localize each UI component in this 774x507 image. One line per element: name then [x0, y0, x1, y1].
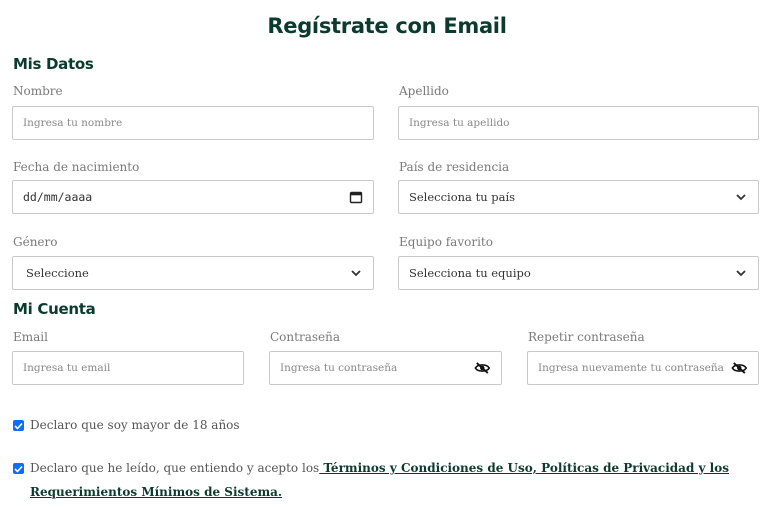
- equipo-value: Selecciona tu equipo: [409, 266, 531, 280]
- genero-value: Seleccione: [26, 266, 89, 280]
- genero-label: Género: [13, 235, 58, 249]
- page-title: Regístrate con Email: [267, 14, 507, 38]
- eye-slash-icon[interactable]: [474, 361, 491, 375]
- repeat-password-label: Repetir contraseña: [528, 330, 645, 344]
- apellido-input[interactable]: [409, 117, 748, 129]
- eye-slash-icon[interactable]: [731, 361, 748, 375]
- fecha-value: dd/mm/aaaa: [23, 190, 93, 204]
- chevron-down-icon: [349, 266, 363, 280]
- email-label: Email: [13, 330, 48, 344]
- pais-label: País de residencia: [399, 160, 510, 174]
- age-check-label: Declaro que soy mayor de 18 años: [30, 418, 240, 432]
- nombre-input[interactable]: [23, 117, 363, 129]
- section-title-personal: Mis Datos: [13, 55, 94, 73]
- calendar-icon[interactable]: [349, 190, 363, 204]
- check-icon: [14, 422, 23, 430]
- terms-text: Declaro que he leído, que entiendo y ace…: [30, 461, 320, 475]
- section-title-account: Mi Cuenta: [13, 300, 96, 318]
- age-check-row: Declaro que soy mayor de 18 años: [13, 418, 240, 432]
- pais-value: Selecciona tu país: [409, 190, 516, 204]
- apellido-field[interactable]: [398, 106, 759, 140]
- repeat-password-input[interactable]: [538, 362, 732, 374]
- check-icon: [14, 465, 23, 473]
- repeat-password-field[interactable]: [527, 351, 759, 385]
- terms-check-row: Declaro que he leído, que entiendo y ace…: [13, 461, 763, 504]
- password-field[interactable]: [269, 351, 502, 385]
- pais-select[interactable]: Selecciona tu país: [398, 180, 759, 214]
- chevron-down-icon: [734, 190, 748, 204]
- chevron-down-icon: [734, 266, 748, 280]
- genero-select[interactable]: Seleccione: [12, 256, 374, 290]
- fecha-input[interactable]: dd/mm/aaaa: [12, 180, 374, 214]
- equipo-select[interactable]: Selecciona tu equipo: [398, 256, 759, 290]
- terms-check-label: Declaro que he leído, que entiendo y ace…: [30, 456, 763, 504]
- email-input[interactable]: [23, 362, 233, 374]
- equipo-label: Equipo favorito: [399, 235, 493, 249]
- fecha-label: Fecha de nacimiento: [13, 160, 140, 174]
- password-input[interactable]: [280, 362, 475, 374]
- age-checkbox[interactable]: [13, 420, 24, 431]
- password-label: Contraseña: [270, 330, 340, 344]
- nombre-label: Nombre: [13, 84, 63, 98]
- terms-checkbox[interactable]: [13, 463, 24, 474]
- apellido-label: Apellido: [399, 84, 449, 98]
- nombre-field[interactable]: [12, 106, 374, 140]
- email-field[interactable]: [12, 351, 244, 385]
